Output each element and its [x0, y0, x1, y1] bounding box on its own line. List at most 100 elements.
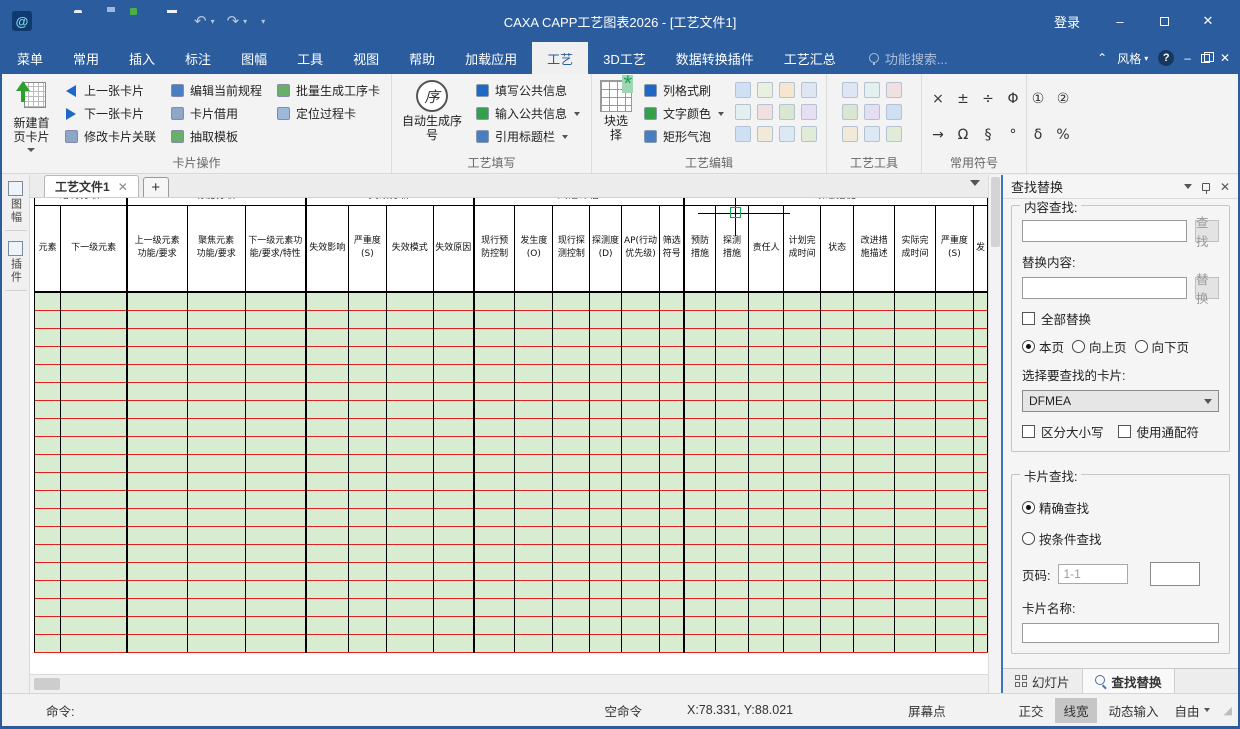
- panel-tab[interactable]: 查找替换: [1083, 669, 1175, 693]
- table-cell[interactable]: [553, 562, 590, 580]
- table-cell[interactable]: [306, 598, 349, 616]
- table-cell[interactable]: [749, 562, 784, 580]
- table-cell[interactable]: [684, 436, 715, 454]
- table-cell[interactable]: [474, 454, 515, 472]
- table-cell[interactable]: [386, 364, 433, 382]
- table-cell[interactable]: [386, 526, 433, 544]
- process-tool-icon[interactable]: [864, 82, 880, 98]
- table-cell[interactable]: [821, 544, 854, 562]
- table-cell[interactable]: [854, 472, 895, 490]
- table-cell[interactable]: [35, 364, 61, 382]
- table-row[interactable]: [35, 526, 988, 544]
- table-cell[interactable]: [854, 418, 895, 436]
- table-cell[interactable]: [127, 634, 187, 652]
- ribbon-item[interactable]: 编辑当前规程: [167, 80, 265, 101]
- table-cell[interactable]: [935, 580, 973, 598]
- pin-icon[interactable]: [1202, 183, 1210, 191]
- table-cell[interactable]: [386, 472, 433, 490]
- table-cell[interactable]: [821, 364, 854, 382]
- table-cell[interactable]: [515, 436, 553, 454]
- table-cell[interactable]: [660, 490, 684, 508]
- table-cell[interactable]: [35, 598, 61, 616]
- menu-tab[interactable]: 帮助: [394, 42, 450, 74]
- table-cell[interactable]: [306, 508, 349, 526]
- table-cell[interactable]: [895, 472, 936, 490]
- table-cell[interactable]: [515, 508, 553, 526]
- table-cell[interactable]: [35, 310, 61, 328]
- table-cell[interactable]: [35, 328, 61, 346]
- table-cell[interactable]: [590, 526, 621, 544]
- table-cell[interactable]: [127, 328, 187, 346]
- drawing-canvas[interactable]: 结构分析功能分析失效分析风险评估改进措施元素下一级元素上一级元素 功能/要求聚焦…: [30, 198, 988, 674]
- table-cell[interactable]: [715, 292, 748, 310]
- table-cell[interactable]: [515, 346, 553, 364]
- table-cell[interactable]: [660, 526, 684, 544]
- snap-mode[interactable]: 屏幕点: [908, 701, 946, 720]
- table-cell[interactable]: [854, 562, 895, 580]
- table-cell[interactable]: [348, 598, 386, 616]
- table-cell[interactable]: [127, 454, 187, 472]
- ribbon-item[interactable]: 矩形气泡: [640, 126, 727, 147]
- ribbon-item[interactable]: 列格式刷: [640, 80, 727, 101]
- table-cell[interactable]: [187, 436, 245, 454]
- table-cell[interactable]: [590, 328, 621, 346]
- edit-tool-icon[interactable]: [757, 82, 773, 98]
- undo-dropdown-icon[interactable]: ▾: [211, 17, 215, 26]
- table-cell[interactable]: [784, 616, 821, 634]
- table-cell[interactable]: [61, 490, 127, 508]
- table-cell[interactable]: [749, 580, 784, 598]
- table-cell[interactable]: [621, 346, 659, 364]
- table-cell[interactable]: [895, 418, 936, 436]
- table-cell[interactable]: [553, 598, 590, 616]
- table-cell[interactable]: [245, 346, 305, 364]
- table-cell[interactable]: [660, 310, 684, 328]
- table-cell[interactable]: [895, 328, 936, 346]
- table-cell[interactable]: [245, 526, 305, 544]
- table-cell[interactable]: [895, 616, 936, 634]
- table-cell[interactable]: [935, 310, 973, 328]
- edit-tool-icon[interactable]: [779, 104, 795, 120]
- table-cell[interactable]: [973, 328, 987, 346]
- table-cell[interactable]: [749, 418, 784, 436]
- table-row[interactable]: [35, 382, 988, 400]
- table-cell[interactable]: [590, 472, 621, 490]
- table-cell[interactable]: [553, 508, 590, 526]
- table-cell[interactable]: [935, 562, 973, 580]
- table-cell[interactable]: [660, 364, 684, 382]
- table-cell[interactable]: [553, 418, 590, 436]
- table-cell[interactable]: [621, 508, 659, 526]
- table-cell[interactable]: [715, 616, 748, 634]
- table-cell[interactable]: [973, 400, 987, 418]
- table-cell[interactable]: [749, 436, 784, 454]
- table-cell[interactable]: [35, 472, 61, 490]
- table-cell[interactable]: [515, 310, 553, 328]
- symbol-button[interactable]: ②: [1055, 91, 1071, 107]
- table-cell[interactable]: [621, 418, 659, 436]
- customize-toolbar-icon[interactable]: ▾: [261, 17, 265, 26]
- table-cell[interactable]: [433, 562, 474, 580]
- table-cell[interactable]: [895, 526, 936, 544]
- table-cell[interactable]: [715, 328, 748, 346]
- table-cell[interactable]: [306, 346, 349, 364]
- table-cell[interactable]: [474, 634, 515, 652]
- save-as-icon[interactable]: [134, 13, 152, 29]
- table-cell[interactable]: [306, 454, 349, 472]
- symbol-button[interactable]: ÷: [980, 91, 996, 107]
- table-cell[interactable]: [553, 382, 590, 400]
- find-input[interactable]: [1022, 220, 1187, 242]
- table-cell[interactable]: [895, 454, 936, 472]
- table-cell[interactable]: [187, 400, 245, 418]
- table-cell[interactable]: [35, 418, 61, 436]
- table-cell[interactable]: [590, 346, 621, 364]
- table-cell[interactable]: [935, 382, 973, 400]
- table-cell[interactable]: [127, 382, 187, 400]
- table-cell[interactable]: [245, 382, 305, 400]
- table-cell[interactable]: [61, 544, 127, 562]
- table-cell[interactable]: [187, 454, 245, 472]
- table-cell[interactable]: [895, 364, 936, 382]
- table-cell[interactable]: [715, 382, 748, 400]
- vertical-scrollbar[interactable]: [988, 175, 1001, 693]
- status-toggle[interactable]: 正交: [1010, 698, 1051, 723]
- panel-close-icon[interactable]: ✕: [1220, 180, 1230, 194]
- table-cell[interactable]: [474, 580, 515, 598]
